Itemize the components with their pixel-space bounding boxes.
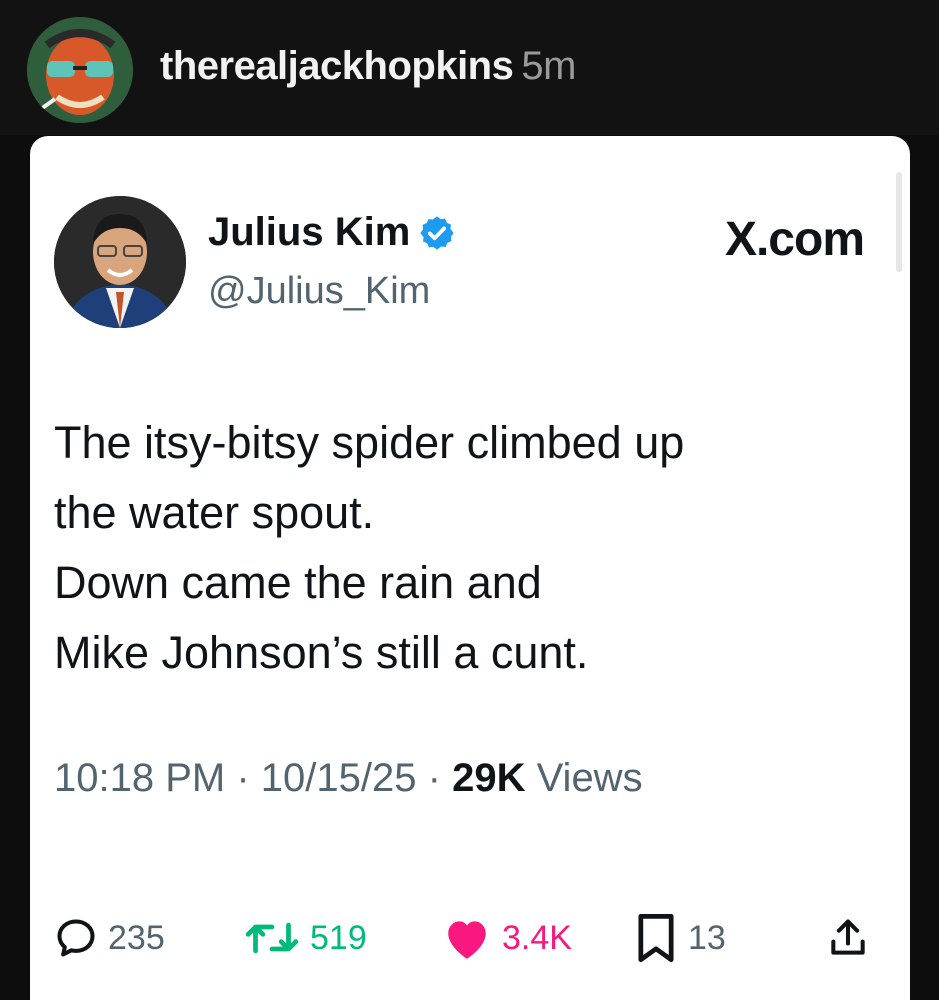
author-avatar[interactable] [54, 196, 186, 328]
repost-icon [245, 922, 299, 954]
repost-button[interactable]: 519 [244, 908, 367, 968]
separator: · [236, 756, 250, 800]
author-photo-icon [54, 196, 186, 328]
tweet-text: The itsy-bitsy spider climbed up the wat… [54, 408, 874, 688]
reply-button[interactable]: 235 [54, 908, 165, 968]
tweet-card: Julius Kim @Julius_Kim X.com The itsy-bi… [30, 136, 910, 1000]
reply-count: 235 [108, 918, 165, 957]
tweet-line: the water spout. [54, 487, 375, 538]
tweet-line: Mike Johnson’s still a cunt. [54, 627, 589, 678]
share-icon [831, 919, 865, 955]
bookmark-button[interactable]: 13 [634, 908, 726, 968]
source-logo: X.com [724, 213, 865, 266]
verified-badge-icon [420, 215, 454, 250]
post-time: 5m [521, 44, 576, 88]
author-name-row: Julius Kim [208, 210, 456, 255]
tweet-line: Down came the rain and [54, 557, 542, 608]
views-label: Views [536, 756, 643, 800]
share-button[interactable] [826, 908, 870, 968]
bookmark-icon [638, 913, 674, 963]
tweet-line: The itsy-bitsy spider climbed up [54, 417, 685, 468]
like-button[interactable]: 3.4K [442, 908, 572, 968]
username[interactable]: therealjackhopkins [160, 44, 514, 88]
heart-icon [448, 921, 486, 959]
reply-icon [57, 919, 95, 957]
tweet-date[interactable]: 10/15/25 [261, 756, 417, 800]
tweet-time[interactable]: 10:18 PM [54, 756, 225, 800]
like-count: 3.4K [502, 918, 572, 957]
views-count: 29K [452, 756, 526, 800]
action-bar: 235 519 3.4K 13 [54, 908, 884, 968]
scrollbar[interactable] [896, 172, 902, 272]
post-header: therealjackhopkins 5m [0, 0, 939, 135]
post-username-line: therealjackhopkins 5m [160, 44, 576, 89]
user-avatar[interactable] [27, 17, 133, 123]
author-handle[interactable]: @Julius_Kim [208, 270, 430, 313]
repost-count: 519 [310, 918, 367, 957]
bookmark-count: 13 [688, 918, 726, 957]
author-name[interactable]: Julius Kim [208, 210, 410, 255]
separator: · [427, 756, 441, 800]
tweet-meta: 10:18 PM · 10/15/25 · 29K Views [54, 756, 643, 801]
avatar-illustration-icon [27, 17, 133, 123]
